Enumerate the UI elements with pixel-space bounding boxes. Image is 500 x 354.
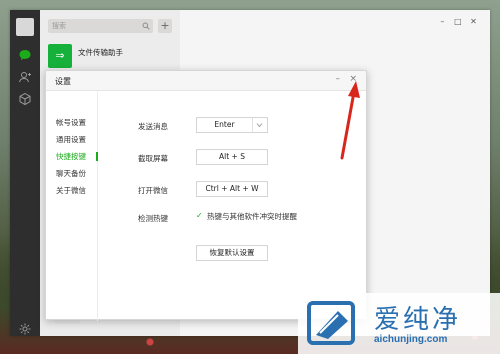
open-wechat-label: 打开微信 <box>138 186 168 195</box>
open-wechat-hotkey-field[interactable]: Ctrl + Alt + W <box>196 181 268 197</box>
nav-item-account[interactable]: 帐号设置 <box>56 117 86 128</box>
screenshot-label: 截取屏幕 <box>138 154 168 163</box>
send-message-value: Enter <box>197 118 253 132</box>
nav-item-general[interactable]: 通用设置 <box>56 134 86 145</box>
watermark: 爱纯净 aichunjing.com <box>298 293 500 354</box>
nav-item-shortcuts[interactable]: 快捷按键 <box>56 151 86 162</box>
window-controls: – □ ✕ <box>436 17 480 26</box>
settings-nav: 帐号设置 通用设置 快捷按键 聊天备份 关于微信 <box>46 91 98 321</box>
nav-item-about[interactable]: 关于微信 <box>56 185 86 196</box>
dialog-header: 设置 – × <box>46 71 366 91</box>
watermark-url: aichunjing.com <box>374 334 448 345</box>
avatar[interactable] <box>16 18 34 36</box>
maximize-button[interactable]: □ <box>451 17 464 26</box>
active-nav-indicator <box>96 152 98 161</box>
detect-hotkey-label: 检测热键 <box>138 214 168 223</box>
send-message-label: 发送消息 <box>138 122 168 131</box>
watermark-text: 爱纯净 <box>374 305 462 335</box>
settings-dialog: 设置 – × 帐号设置 通用设置 快捷按键 聊天备份 关于微信 发送消息 Ent… <box>45 70 367 321</box>
search-input[interactable]: 搜索 <box>48 19 153 33</box>
search-placeholder: 搜索 <box>52 22 66 30</box>
contacts-icon[interactable] <box>18 70 32 84</box>
settings-gear-icon[interactable] <box>18 322 32 336</box>
left-navigation-rail <box>10 10 40 336</box>
nav-item-backup[interactable]: 聊天备份 <box>56 168 86 179</box>
hotkey-conflict-checkbox-label: 热键与其他软件冲突时提醒 <box>207 212 297 221</box>
screenshot-hotkey-field[interactable]: Alt + S <box>196 149 268 165</box>
send-message-dropdown[interactable]: Enter <box>196 117 268 133</box>
list-item[interactable]: ⇒ 文件传输助手 <box>40 42 180 72</box>
minimize-button[interactable]: – <box>436 17 449 26</box>
restore-defaults-button[interactable]: 恢复默认设置 <box>196 245 268 261</box>
add-chat-button[interactable]: + <box>158 19 172 33</box>
favorites-icon[interactable] <box>18 92 32 106</box>
red-arrow-annotation <box>340 81 360 160</box>
search-icon <box>142 22 150 30</box>
dialog-title: 设置 <box>55 77 71 86</box>
chat-name: 文件传输助手 <box>78 48 123 57</box>
close-button[interactable]: ✕ <box>467 17 480 26</box>
chevron-down-icon <box>256 123 263 128</box>
chat-icon[interactable] <box>18 48 32 62</box>
check-icon[interactable]: ✓ <box>196 212 204 220</box>
watermark-logo-icon <box>307 301 355 345</box>
file-transfer-avatar-icon: ⇒ <box>48 44 72 68</box>
